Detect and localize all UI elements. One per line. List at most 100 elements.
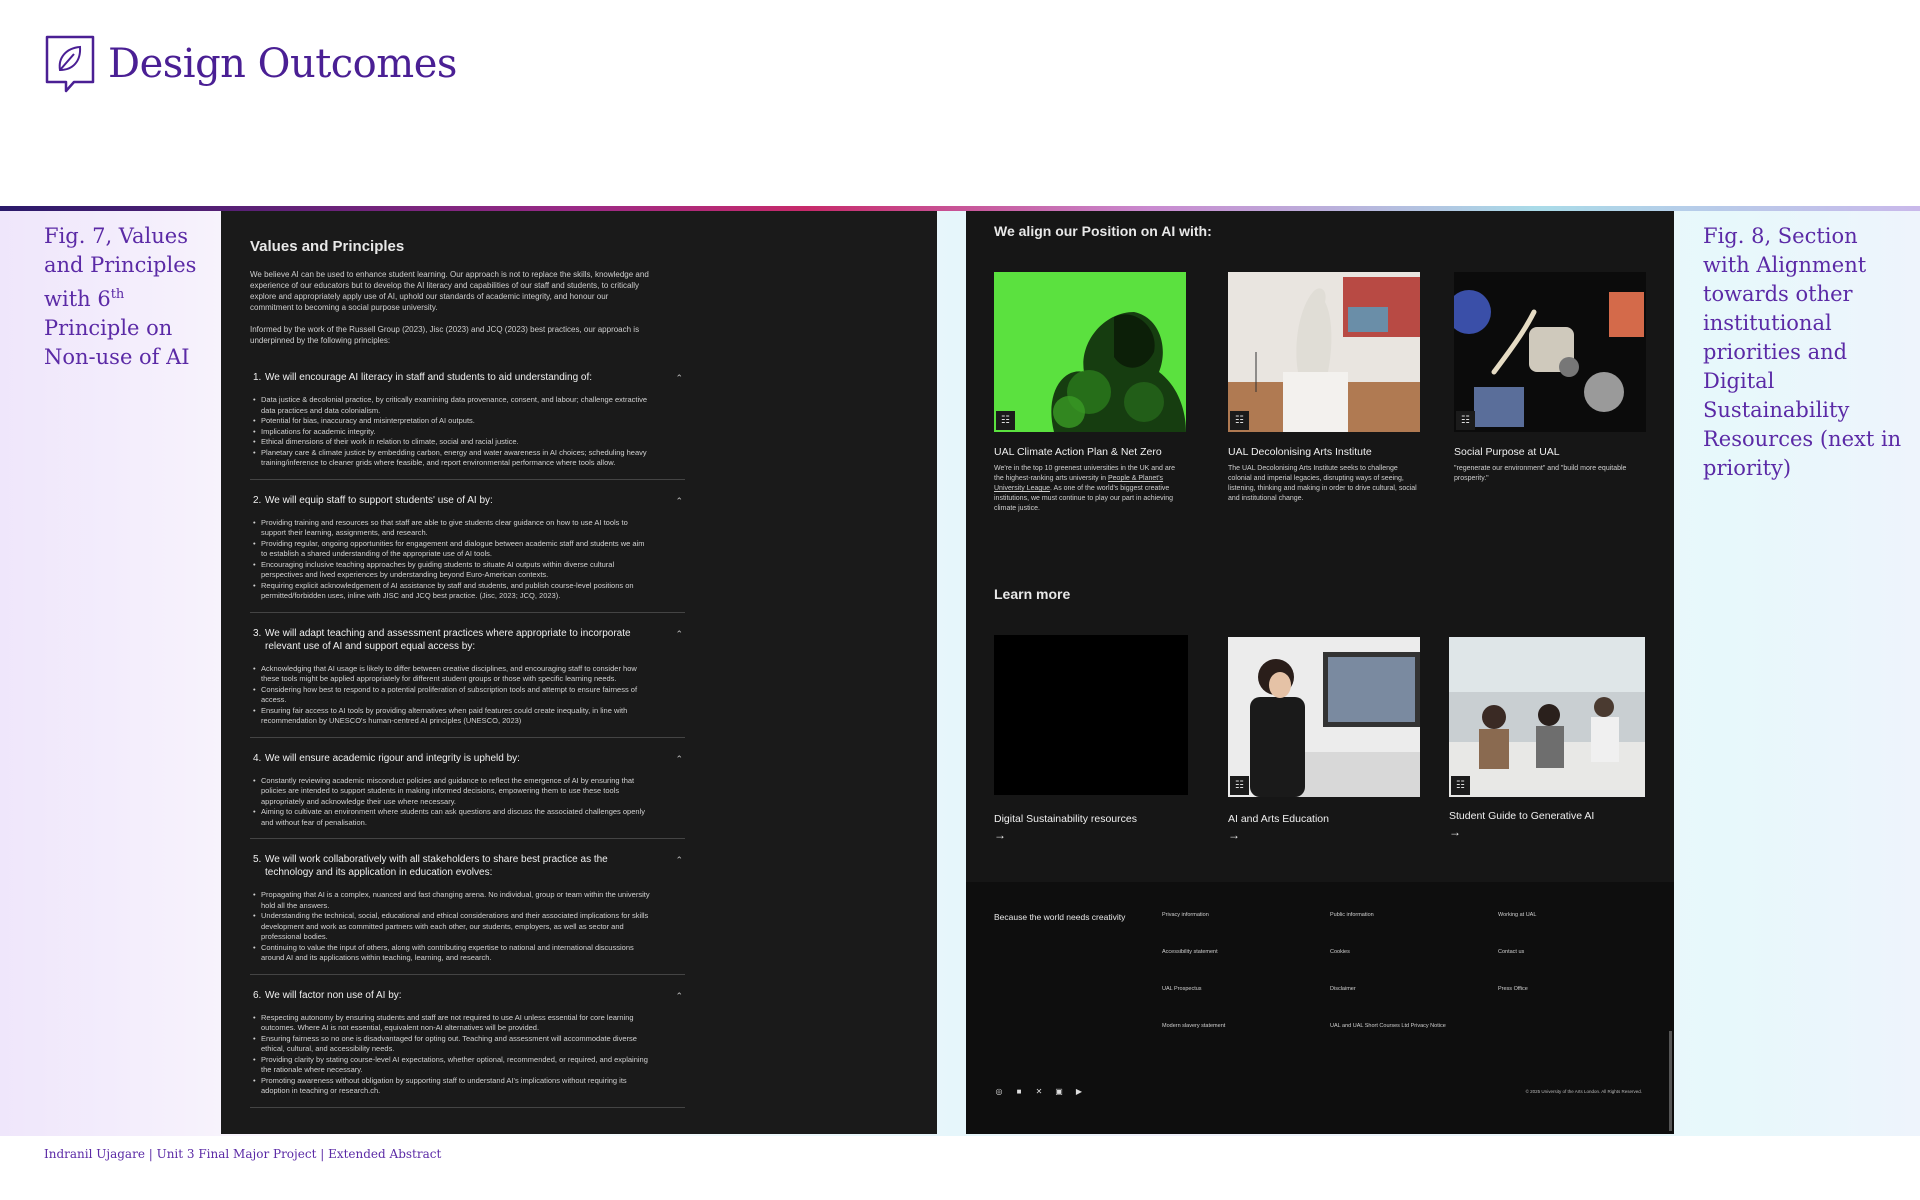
principle-bullets: Providing training and resources so that… xyxy=(250,518,685,602)
principle-item[interactable]: 3. We will adapt teaching and assessment … xyxy=(250,613,685,738)
decolonising-arts-image: ☷ xyxy=(1228,272,1420,432)
youtube-icon[interactable]: ▶ xyxy=(1074,1087,1084,1096)
student-guide-image: ☷ xyxy=(1449,637,1645,797)
footer-link[interactable]: Contact us xyxy=(1498,949,1524,955)
page-title: Design Outcomes xyxy=(108,41,457,87)
card-title: UAL Decolonising Arts Institute xyxy=(1228,446,1372,458)
bullet-item: Providing clarity by stating course-leve… xyxy=(250,1055,650,1076)
card-description: The UAL Decolonising Arts Institute seek… xyxy=(1228,465,1417,502)
bullet-item: Planetary care & climate justice by embe… xyxy=(250,448,650,469)
learn-digital-sustainability[interactable]: Digital Sustainability resources → xyxy=(994,635,1188,842)
bullet-item: Respecting autonomy by ensuring students… xyxy=(250,1013,650,1034)
bullet-item: Data justice & decolonial practice, by c… xyxy=(250,395,650,416)
chevron-up-icon[interactable]: ⌃ xyxy=(675,991,683,1002)
principle-item[interactable]: 2. We will equip staff to support student… xyxy=(250,480,685,613)
footer-link[interactable]: UAL and UAL Short Courses Ltd Privacy No… xyxy=(1330,1023,1446,1029)
bullet-item: Potential for bias, inaccuracy and misin… xyxy=(250,416,650,427)
principle-item[interactable]: 4. We will ensure academic rigour and int… xyxy=(250,738,685,839)
card-decolonising-arts[interactable]: ☷ UAL Decolonising Arts Institute The UA… xyxy=(1228,272,1420,504)
bullet-item: Understanding the technical, social, edu… xyxy=(250,911,650,943)
principle-item[interactable]: 1. We will encourage AI literacy in staff… xyxy=(250,357,685,480)
footnote: Indranil Ujagare | Unit 3 Final Major Pr… xyxy=(44,1147,442,1161)
arrow-right-icon[interactable]: → xyxy=(1228,828,1420,842)
learn-more-title: Learn more xyxy=(994,586,1071,602)
bullet-item: Constantly reviewing academic misconduct… xyxy=(250,776,650,808)
gallery-icon: ☷ xyxy=(1456,411,1475,430)
figure-8-caption: Fig. 8, Section with Alignment towards o… xyxy=(1703,224,1902,480)
principles-accordion: 1. We will encourage AI literacy in staff… xyxy=(250,357,685,1108)
principle-item[interactable]: 6.We will factor non use of AI by: ⌃ Respe… xyxy=(250,975,685,1108)
copyright: © 2025 University of the Arts London. Al… xyxy=(1525,1089,1642,1094)
principle-heading[interactable]: 1. We will encourage AI literacy in staff… xyxy=(250,371,655,384)
footer-link[interactable]: Modern slavery statement xyxy=(1162,1023,1225,1029)
card-title: Social Purpose at UAL xyxy=(1454,446,1560,458)
card-title: AI and Arts Education xyxy=(1228,813,1329,825)
principle-heading[interactable]: 3. We will adapt teaching and assessment … xyxy=(250,627,655,653)
bullet-item: Implications for academic integrity. xyxy=(250,427,650,438)
bullet-item: Acknowledging that AI usage is likely to… xyxy=(250,664,650,685)
bullet-item: Promoting awareness without obligation b… xyxy=(250,1076,650,1097)
page-header: Design Outcomes xyxy=(44,34,457,94)
x-icon[interactable]: ✕ xyxy=(1034,1087,1044,1096)
social-purpose-image: ☷ xyxy=(1454,272,1646,432)
gallery-icon: ☷ xyxy=(1230,411,1249,430)
align-title: We align our Position on AI with: xyxy=(994,223,1212,239)
linkedin-icon[interactable]: ▣ xyxy=(1054,1087,1064,1096)
leaf-speech-bubble-icon xyxy=(45,35,95,93)
values-title: Values and Principles xyxy=(250,238,405,255)
footer-link[interactable]: Privacy information xyxy=(1162,912,1209,918)
bullet-item: Ensuring fairness so no one is disadvant… xyxy=(250,1034,650,1055)
bullet-item: Ethical dimensions of their work in rela… xyxy=(250,437,650,448)
principle-heading[interactable]: 4. We will ensure academic rigour and int… xyxy=(250,752,655,765)
principle-item[interactable]: 5. We will work collaboratively with all … xyxy=(250,839,685,975)
chevron-up-icon[interactable]: ⌃ xyxy=(675,855,683,866)
principle-bullets: Propagating that AI is a complex, nuance… xyxy=(250,890,685,964)
footer-link[interactable]: Accessibility statement xyxy=(1162,949,1218,955)
principle-bullets: Acknowledging that AI usage is likely to… xyxy=(250,664,685,727)
footer-link[interactable]: UAL Prospectus xyxy=(1162,986,1202,992)
facebook-icon[interactable]: ■ xyxy=(1014,1087,1024,1096)
bullet-item: Propagating that AI is a complex, nuance… xyxy=(250,890,650,911)
card-social-purpose[interactable]: ☷ Social Purpose at UAL "regenerate our … xyxy=(1454,272,1646,484)
principle-heading[interactable]: 5. We will work collaboratively with all … xyxy=(250,853,655,879)
footer-link[interactable]: Press Office xyxy=(1498,986,1528,992)
instagram-icon[interactable]: ◎ xyxy=(994,1087,1004,1096)
bullet-item: Ensuring fair access to AI tools by prov… xyxy=(250,706,650,727)
values-intro-informed: Informed by the work of the Russell Grou… xyxy=(250,325,640,345)
footer-link[interactable]: Cookies xyxy=(1330,949,1350,955)
chevron-up-icon[interactable]: ⌃ xyxy=(675,373,683,384)
footer-link[interactable]: Public information xyxy=(1330,912,1374,918)
chevron-up-icon[interactable]: ⌃ xyxy=(675,754,683,765)
bullet-item: Providing training and resources so that… xyxy=(250,518,650,539)
principle-bullets: Constantly reviewing academic misconduct… xyxy=(250,776,685,829)
gallery-icon: ☷ xyxy=(1451,776,1470,795)
figure-7-caption: Fig. 7, Values and Principles with 6th P… xyxy=(44,224,197,369)
values-intro: We believe AI can be used to enhance stu… xyxy=(250,270,649,312)
gallery-icon: ☷ xyxy=(1230,776,1249,795)
card-title: Student Guide to Generative AI xyxy=(1449,810,1595,822)
bullet-item: Aiming to cultivate an environment where… xyxy=(250,807,650,828)
scrollbar[interactable] xyxy=(1669,1031,1672,1131)
values-principles-screenshot: Values and Principles We believe AI can … xyxy=(221,211,937,1134)
principle-heading[interactable]: 2. We will equip staff to support student… xyxy=(250,494,655,507)
footer-link[interactable]: Working at UAL xyxy=(1498,912,1536,918)
principle-bullets: Respecting autonomy by ensuring students… xyxy=(250,1013,685,1097)
bullet-item: Considering how best to respond to a pot… xyxy=(250,685,650,706)
learn-ai-arts-education[interactable]: ☷ AI and Arts Education → xyxy=(1228,637,1420,842)
gallery-icon: ☷ xyxy=(996,411,1015,430)
footer-link[interactable]: Disclaimer xyxy=(1330,986,1356,992)
chevron-up-icon[interactable]: ⌃ xyxy=(675,496,683,507)
digital-sustainability-image xyxy=(994,635,1188,795)
social-links: ◎ ■ ✕ ▣ ▶ xyxy=(994,1087,1084,1096)
arrow-right-icon[interactable]: → xyxy=(1449,825,1645,839)
climate-action-image: ☷ xyxy=(994,272,1186,432)
bullet-item: Requiring explicit acknowledgement of AI… xyxy=(250,581,650,602)
card-title: UAL Climate Action Plan & Net Zero xyxy=(994,446,1162,458)
chevron-up-icon[interactable]: ⌃ xyxy=(675,629,683,640)
ai-arts-education-image: ☷ xyxy=(1228,637,1420,797)
learn-student-guide-genai[interactable]: ☷ Student Guide to Generative AI → xyxy=(1449,637,1645,839)
alignment-screenshot: We align our Position on AI with: ☷ UAL … xyxy=(966,211,1674,1134)
card-climate-action[interactable]: ☷ UAL Climate Action Plan & Net Zero We'… xyxy=(994,272,1186,514)
principle-heading[interactable]: 6. We will factor non use of AI by: xyxy=(250,989,655,1002)
arrow-right-icon[interactable]: → xyxy=(994,828,1186,842)
